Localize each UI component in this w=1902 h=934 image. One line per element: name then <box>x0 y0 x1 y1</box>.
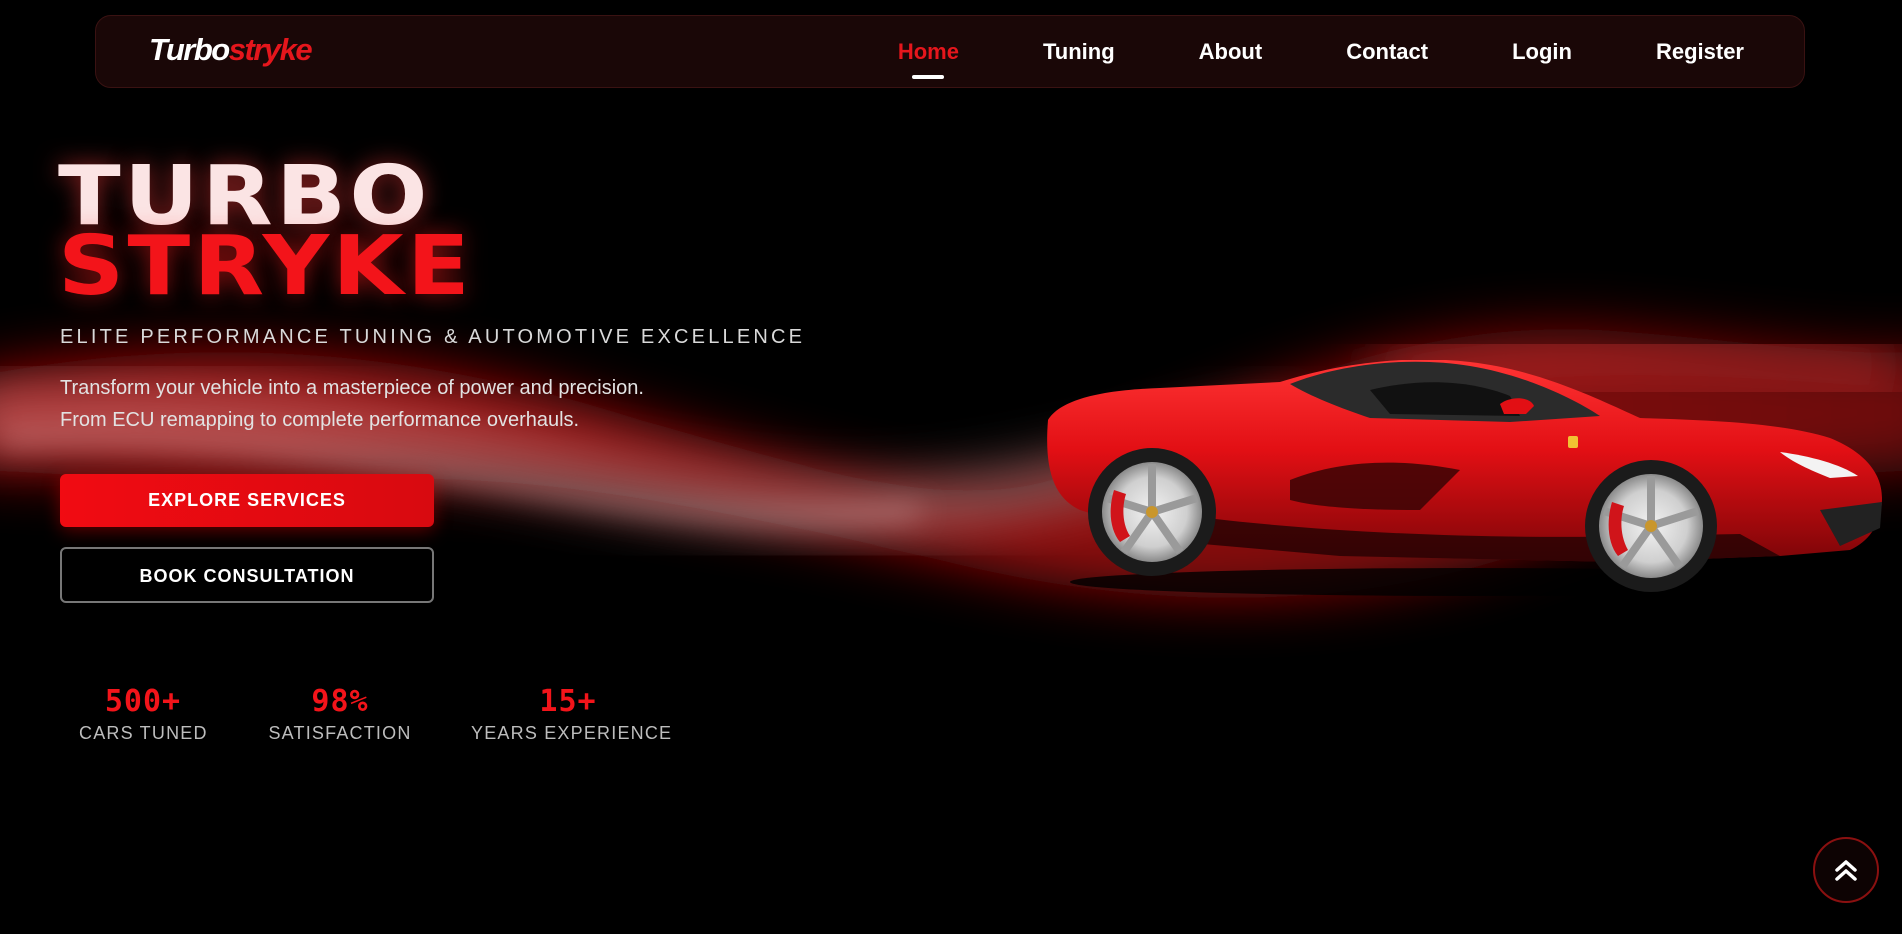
hero-description-line-1: Transform your vehicle into a masterpiec… <box>60 377 644 399</box>
nav-link-home-label: Home <box>897 38 959 64</box>
double-chevron-up-icon <box>1835 860 1857 881</box>
logo-text-turbo: Turbo <box>149 32 230 67</box>
hero-title-line-stryke: STRYKE <box>58 219 474 314</box>
stat-label: SATISFACTION <box>268 723 412 743</box>
hero-title: TURBO STRYKE <box>58 156 474 314</box>
hero-description: Transform your vehicle into a masterpiec… <box>60 372 780 436</box>
top-navbar: Turbostryke Home Tuning About Contact Lo… <box>95 15 1805 88</box>
stat-value: 500+ <box>104 684 182 719</box>
rear-wheel <box>1088 448 1216 576</box>
stat-label: CARS TUNED <box>79 723 208 743</box>
nav-links: Home Tuning About Contact Login Register <box>898 16 1744 87</box>
stat-satisfaction: 98% SATISFACTION <box>268 683 412 744</box>
book-consultation-button[interactable]: BOOK CONSULTATION <box>60 547 434 603</box>
logo[interactable]: Turbostryke <box>149 32 313 67</box>
front-wheel <box>1585 460 1717 592</box>
explore-services-button[interactable]: EXPLORE SERVICES <box>60 474 434 527</box>
stat-value: 98% <box>311 684 369 719</box>
red-sports-car-image <box>1047 360 1882 596</box>
stat-years-experience: 15+ YEARS EXPERIENCE <box>471 683 673 744</box>
stat-cars-tuned: 500+ CARS TUNED <box>79 683 207 744</box>
nav-link-tuning[interactable]: Tuning <box>1043 40 1115 63</box>
nav-link-home[interactable]: Home <box>897 38 959 79</box>
scroll-to-top-button[interactable] <box>1813 837 1879 903</box>
hero-subtitle: ELITE PERFORMANCE TUNING & AUTOMOTIVE EX… <box>60 326 806 348</box>
nav-link-register[interactable]: Register <box>1656 40 1744 63</box>
page: Turbostryke Home Tuning About Contact Lo… <box>0 0 1902 934</box>
nav-link-contact[interactable]: Contact <box>1346 40 1428 63</box>
active-indicator <box>912 74 945 79</box>
stat-value: 15+ <box>539 684 597 719</box>
nav-link-about[interactable]: About <box>1199 40 1263 63</box>
nav-link-login[interactable]: Login <box>1512 40 1572 63</box>
hero-description-line-2: From ECU remapping to complete performan… <box>60 409 580 431</box>
logo-text-stryke: stryke <box>228 32 313 67</box>
stat-label: YEARS EXPERIENCE <box>471 723 673 743</box>
